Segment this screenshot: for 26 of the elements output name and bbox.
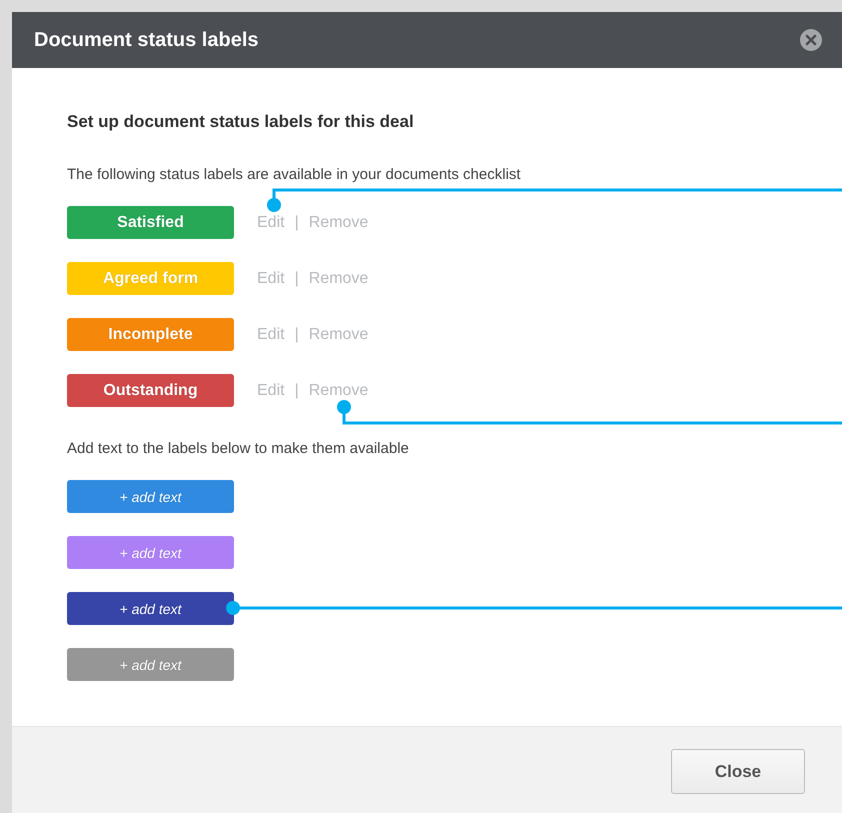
edit-link[interactable]: Edit — [257, 382, 285, 400]
available-intro: The following status labels are available in your documents checklist — [67, 166, 522, 184]
edit-link[interactable]: Edit — [257, 326, 285, 344]
empty-label[interactable]: + add text — [67, 480, 234, 513]
edit-link[interactable]: Edit — [257, 270, 285, 288]
remove-link[interactable]: Remove — [308, 326, 368, 344]
remove-link[interactable]: Remove — [308, 270, 368, 288]
status-label[interactable]: Outstanding — [67, 374, 234, 407]
remove-link[interactable]: Remove — [308, 214, 368, 232]
status-label[interactable]: Incomplete — [67, 318, 234, 351]
empty-label[interactable]: + add text — [67, 592, 234, 625]
remove-link[interactable]: Remove — [308, 382, 368, 400]
separator: | — [294, 270, 299, 288]
separator: | — [294, 214, 299, 232]
status-label[interactable]: Satisfied — [67, 206, 234, 239]
close-icon[interactable] — [799, 28, 823, 52]
separator: | — [294, 326, 299, 344]
unused-intro: Add text to the labels below to make them available — [67, 440, 410, 458]
close-button[interactable]: Close — [671, 749, 805, 794]
dialog-title: Document status labels — [34, 28, 259, 52]
status-label[interactable]: Agreed form — [67, 262, 234, 295]
separator: | — [294, 382, 299, 400]
empty-label[interactable]: + add text — [67, 536, 234, 569]
edit-link[interactable]: Edit — [257, 214, 285, 232]
section-heading: Set up document status labels for this deal — [67, 112, 415, 132]
empty-label[interactable]: + add text — [67, 648, 234, 681]
